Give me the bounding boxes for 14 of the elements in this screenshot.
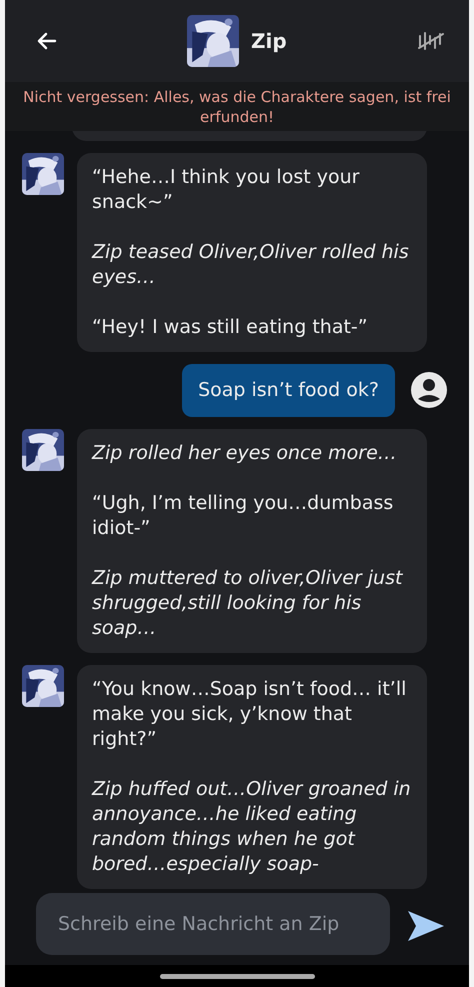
- speech-text: “Hey! I was still eating that-”: [92, 315, 369, 340]
- action-text: Zip huffed out…Oliver groaned in annoyance…he liked eating random things when he got bored…especially soap-: [92, 776, 412, 876]
- action-text: Zip rolled her eyes once more…: [92, 440, 398, 466]
- send-icon[interactable]: [406, 909, 446, 943]
- user-avatar-icon: [411, 372, 447, 408]
- disclaimer-text: Nicht vergessen: Alles, was die Charaktere sagen, ist frei erfunden!: [5, 82, 469, 131]
- speech-text: “Ugh, I’m telling you…dumbass idiot-”: [92, 490, 394, 540]
- speech-text: “Hehe…I think you lost your snack~”: [92, 165, 360, 215]
- speech-text: “You know…Soap isn’t food… it’ll make you sick, y’know that right?”: [92, 676, 408, 752]
- chat-title: Zip: [251, 28, 287, 55]
- action-text: Zip teased Oliver,Oliver rolled his eyes…: [92, 240, 410, 290]
- user-message: Soap isn’t food ok?: [182, 364, 395, 416]
- action-text: Zip muttered to oliver,Oliver just shrugged,still looking for his soap…: [92, 566, 404, 640]
- message-input[interactable]: Schreib eine Nachricht an Zip: [36, 893, 390, 955]
